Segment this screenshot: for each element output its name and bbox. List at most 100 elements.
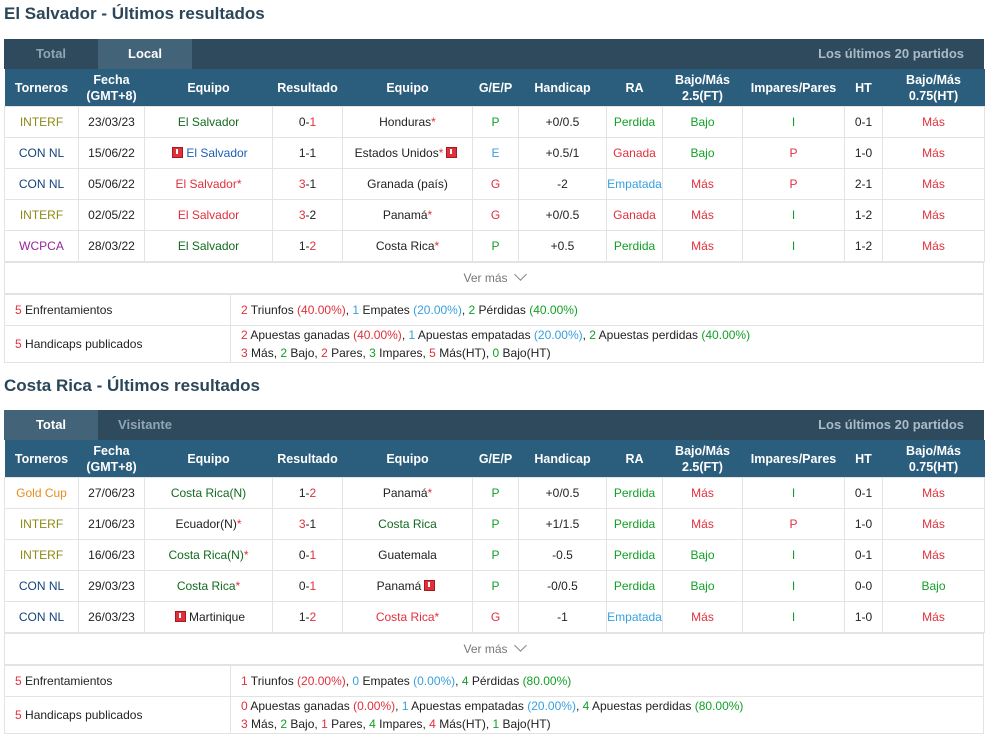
team-name[interactable]: Guatemala [378, 548, 437, 562]
team-name[interactable]: Costa Rica [376, 239, 435, 253]
summary-line: 3 Más, 2 Bajo, 1 Pares, 4 Impares, 4 Más… [241, 715, 983, 733]
tournament-name[interactable]: CON NL [19, 146, 64, 160]
tournament-name[interactable]: INTERF [20, 548, 63, 562]
away-score: 1 [309, 517, 317, 531]
team-name[interactable]: El Salvador [178, 115, 239, 129]
column-header-label: Equipo [187, 451, 230, 466]
column-header-label: Handicap [534, 80, 591, 95]
tournament-name[interactable]: CON NL [19, 610, 64, 624]
over-under-cell: Más [662, 477, 743, 509]
ra-result: Ganada [613, 146, 656, 160]
away-team-cell: Costa Rica* [342, 601, 473, 633]
team-name[interactable]: El Salvador [186, 146, 247, 160]
section-title: Costa Rica - Últimos resultados [4, 376, 261, 395]
score-cell[interactable]: 0-1 [272, 539, 343, 571]
tab-total[interactable]: Total [4, 39, 98, 69]
over-under-cell: Más [662, 601, 743, 633]
tournament-name[interactable]: Gold Cup [16, 486, 67, 500]
over-under-result: Bajo [690, 146, 715, 160]
summary-text: (80.00%) [694, 699, 744, 713]
score-cell[interactable]: 3-2 [272, 199, 343, 231]
over-under-ht-result: Bajo [921, 579, 946, 593]
team-name[interactable]: Costa Rica [378, 517, 437, 531]
halftime-score: 1-2 [854, 208, 873, 222]
team-name[interactable]: Panamá [383, 208, 428, 222]
score-cell[interactable]: 1-2 [272, 477, 343, 509]
tab-visitante[interactable]: Visitante [98, 410, 192, 440]
table-row: INTERF 23/03/23 El Salvador 0-1 Honduras* P +0… [4, 106, 985, 138]
summary-text: (40.00%) [297, 303, 346, 317]
team-name[interactable]: Honduras [379, 115, 431, 129]
column-header-label: Fecha (GMT+8) [86, 443, 137, 474]
tournament-name[interactable]: CON NL [19, 177, 64, 191]
ver-mas-button[interactable]: Ver más [4, 633, 984, 665]
over-under-ht-result: Más [922, 208, 945, 222]
results-table: Torneros Fecha (GMT+8) Equipo Resultado Equi… [4, 69, 985, 262]
column-header-label: HT [855, 451, 872, 466]
score-cell[interactable]: 0-1 [272, 106, 343, 138]
red-card-icon [446, 147, 458, 158]
ra-result: Perdida [613, 579, 656, 593]
summary-line: 3 Más, 2 Bajo, 2 Pares, 3 Impares, 5 Más… [241, 344, 983, 362]
team-name[interactable]: Ecuador [175, 517, 220, 531]
team-name[interactable]: El Salvador [175, 177, 236, 191]
summary-text: 3 [241, 346, 248, 360]
halftime-score: 1-0 [854, 517, 873, 531]
summary-text: , [395, 699, 402, 713]
team-name[interactable]: Costa Rica [177, 579, 236, 593]
tournament-cell: CON NL [4, 570, 79, 602]
over-under-ht-cell: Más [882, 137, 985, 169]
home-team-cell: El Salvador [144, 199, 273, 231]
ra-result: Empatada [607, 177, 662, 191]
column-header: Equipo [144, 440, 273, 478]
table-row: WCPCA 28/03/22 El Salvador 1-2 Costa Rica* P +… [4, 230, 985, 262]
over-under-cell: Más [662, 199, 743, 231]
gep-cell: P [472, 508, 519, 540]
summary-row: 5 Handicaps publicados 0 Apuestas ganadas… [4, 696, 984, 734]
team-name[interactable]: El Salvador [178, 239, 239, 253]
team-name[interactable]: Panamá [377, 579, 422, 593]
away-team-cell: Granada (país) [342, 168, 473, 200]
tournament-name[interactable]: WCPCA [19, 239, 64, 253]
score-cell[interactable]: 1-2 [272, 230, 343, 262]
team-suffix: (N) [220, 517, 237, 531]
last-matches-filter[interactable]: Los últimos 20 partidos [818, 410, 964, 440]
score-cell[interactable]: 1-2 [272, 601, 343, 633]
gep-result: G [490, 177, 501, 191]
home-score: 1 [298, 610, 306, 624]
ver-mas-button[interactable]: Ver más [4, 262, 984, 294]
column-header: G/E/P [472, 440, 519, 478]
summary-values-cell: 2 Triunfos (40.00%), 1 Empates (20.00%),… [230, 294, 984, 326]
match-date: 15/06/22 [88, 146, 135, 160]
team-name[interactable]: Granada (país) [367, 177, 448, 191]
handicap-value: +0/0.5 [545, 208, 580, 222]
tournament-name[interactable]: INTERF [20, 517, 63, 531]
tournament-name[interactable]: CON NL [19, 579, 64, 593]
team-name[interactable]: Martinique [189, 610, 245, 624]
score-cell[interactable]: 1-1 [272, 137, 343, 169]
over-under-result: Más [691, 517, 714, 531]
last-matches-filter[interactable]: Los últimos 20 partidos [818, 39, 964, 69]
match-date: 28/03/22 [88, 239, 135, 253]
over-under-result: Más [691, 486, 714, 500]
summary-text: 1 [241, 674, 248, 688]
score-cell[interactable]: 0-1 [272, 570, 343, 602]
tournament-name[interactable]: INTERF [20, 208, 63, 222]
column-header: Resultado [272, 440, 343, 478]
team-name[interactable]: Costa Rica [376, 610, 435, 624]
team-name[interactable]: Costa Rica [171, 486, 230, 500]
team-name[interactable]: El Salvador [178, 208, 239, 222]
tab-local[interactable]: Local [98, 39, 192, 69]
over-under-ht-result: Más [922, 239, 945, 253]
team-name[interactable]: Panamá [383, 486, 428, 500]
score-cell[interactable]: 3-1 [272, 508, 343, 540]
team-name[interactable]: Estados Unidos [355, 146, 439, 160]
team-name[interactable]: Costa Rica [168, 548, 227, 562]
tab-total[interactable]: Total [4, 410, 98, 440]
date-cell: 15/06/22 [78, 137, 145, 169]
tournament-name[interactable]: INTERF [20, 115, 63, 129]
summary-text: 1 [321, 717, 328, 731]
score-cell[interactable]: 3-1 [272, 168, 343, 200]
column-header-label: Impares/Pares [750, 80, 837, 95]
away-team-cell: Costa Rica* [342, 230, 473, 262]
